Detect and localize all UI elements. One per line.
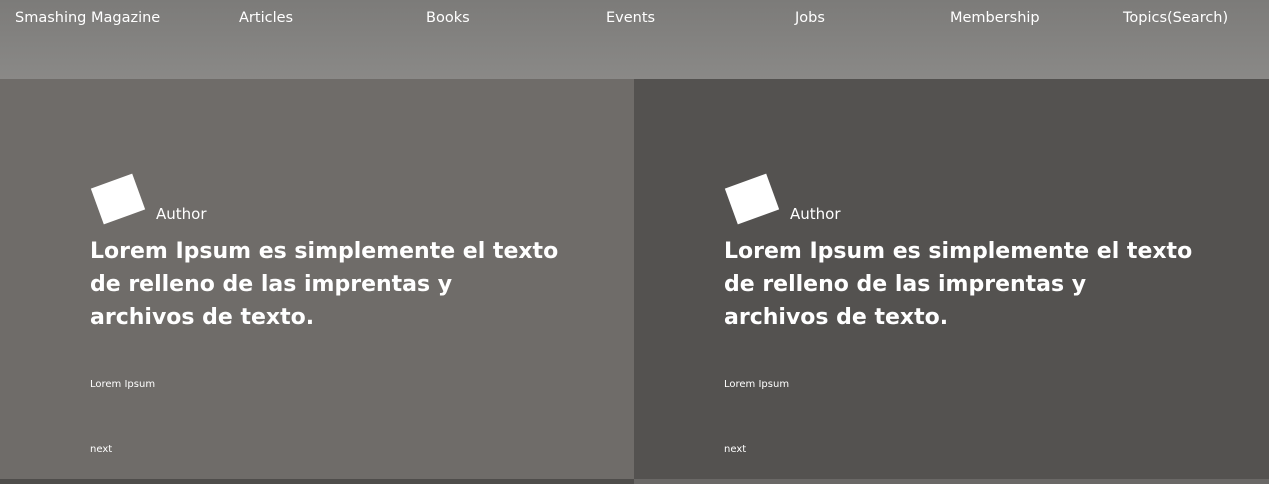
bottom-strip-left [0,479,634,484]
brand-link[interactable]: Smashing Magazine [15,9,160,27]
author-name: Author [790,205,841,223]
next-link[interactable]: next [724,443,746,457]
top-navigation: Smashing Magazine Articles Books Events … [0,0,1269,79]
nav-books[interactable]: Books [426,9,470,27]
article-headline[interactable]: Lorem Ipsum es simplemente el texto de r… [90,235,560,334]
nav-jobs[interactable]: Jobs [795,9,825,27]
author-name: Author [156,205,207,223]
rotated-square-logo-icon [90,173,146,225]
nav-events[interactable]: Events [606,9,655,27]
rotated-square-logo-icon [724,173,780,225]
nav-topics-search[interactable]: Topics(Search) [1123,9,1228,27]
bottom-strip-right [634,479,1269,484]
article-meta: Lorem Ipsum [90,379,156,390]
next-link[interactable]: next [90,443,112,457]
nav-articles[interactable]: Articles [239,9,293,27]
article-panel-1: Author Lorem Ipsum es simplemente el tex… [0,79,634,479]
article-panels: Author Lorem Ipsum es simplemente el tex… [0,79,1269,479]
article-panel-2: Author Lorem Ipsum es simplemente el tex… [634,79,1269,479]
nav-membership[interactable]: Membership [950,9,1040,27]
article-headline[interactable]: Lorem Ipsum es simplemente el texto de r… [724,235,1194,334]
article-meta: Lorem Ipsum [724,379,790,390]
